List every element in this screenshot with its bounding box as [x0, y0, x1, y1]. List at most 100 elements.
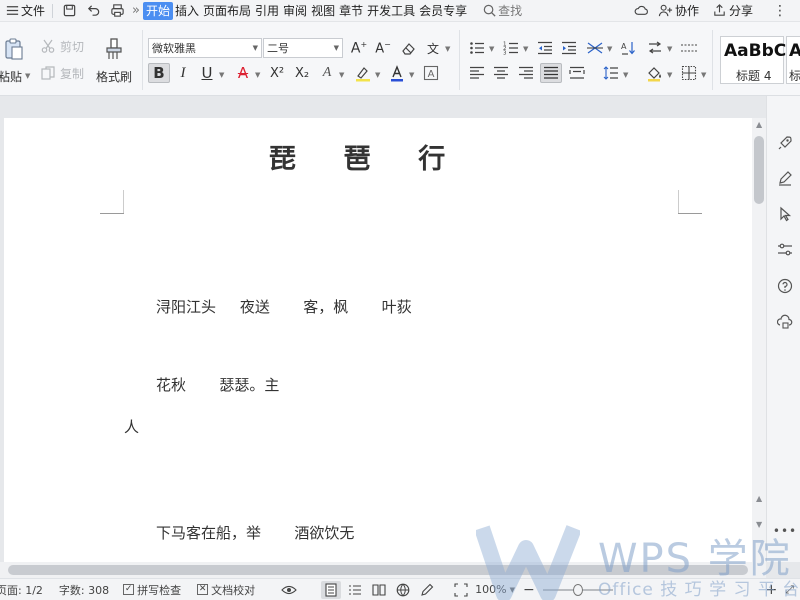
document-page[interactable]	[4, 118, 752, 598]
line-spacing-dropdown-caret[interactable]: ▼	[623, 71, 628, 79]
paste-dropdown-caret[interactable]: ▼	[25, 72, 30, 80]
text-effect-button[interactable]: A	[316, 63, 338, 83]
vertical-scroll-thumb[interactable]	[754, 136, 764, 204]
zoom-level[interactable]: 100% ▼	[471, 583, 519, 596]
borders-dropdown-caret[interactable]: ▼	[701, 71, 706, 79]
backup-icon[interactable]	[776, 313, 794, 331]
highlight-dropdown-caret[interactable]: ▼	[375, 71, 380, 79]
horizontal-scroll-thumb[interactable]	[8, 565, 748, 575]
hamburger-menu-button[interactable]: 文件	[0, 0, 48, 22]
zoom-slider-thumb[interactable]	[572, 583, 583, 596]
distributed-align-button[interactable]	[566, 63, 588, 83]
page-view-icon[interactable]	[321, 580, 342, 599]
search-button[interactable]: 查找	[477, 0, 525, 22]
shading-button[interactable]	[644, 63, 666, 83]
tab-member[interactable]: 会员专享	[417, 0, 469, 22]
bold-button[interactable]: B	[148, 63, 170, 83]
italic-button[interactable]: I	[172, 63, 194, 83]
strikethrough-button[interactable]: A	[232, 63, 254, 83]
zoom-in-button[interactable]: +	[761, 582, 781, 598]
phonetic-dropdown-caret[interactable]: ▼	[445, 45, 450, 53]
sliders-icon[interactable]	[776, 241, 794, 259]
scroll-prev-page-icon[interactable]: ▲	[756, 494, 762, 503]
chinese-layout-button[interactable]	[584, 38, 606, 58]
undo-button[interactable]	[81, 0, 105, 22]
proofread-button[interactable]: ✕ 文档校对	[193, 582, 259, 598]
increase-font-size-button[interactable]: A+	[348, 38, 370, 58]
bullet-dropdown-caret[interactable]: ▼	[489, 45, 494, 53]
clear-format-button[interactable]	[398, 38, 420, 58]
show-hide-marks-button[interactable]	[644, 38, 666, 58]
more-quick-actions-button[interactable]: »	[129, 0, 143, 22]
paste-button[interactable]	[2, 36, 26, 62]
save-button[interactable]	[57, 0, 81, 22]
marks-dropdown-caret[interactable]: ▼	[667, 45, 672, 53]
rocket-icon[interactable]	[776, 134, 794, 152]
outline-view-icon[interactable]	[345, 581, 365, 599]
align-right-button[interactable]	[515, 63, 537, 83]
document-line-4[interactable]: 下马客在船，举 酒欲饮无	[156, 522, 354, 543]
justify-button[interactable]	[540, 63, 562, 83]
spellcheck-toggle[interactable]: ✓ 拼写检查	[119, 582, 185, 598]
cloud-sync-button[interactable]	[630, 0, 654, 22]
tab-home[interactable]: 开始	[142, 1, 173, 20]
tab-chapter[interactable]: 章节	[337, 0, 365, 22]
format-painter-button[interactable]	[102, 36, 126, 62]
scroll-up-arrow-icon[interactable]: ▲	[756, 120, 762, 129]
numbered-list-button[interactable]: 123	[500, 38, 522, 58]
decrease-indent-button[interactable]	[534, 38, 556, 58]
shading-dropdown-caret[interactable]: ▼	[667, 71, 672, 79]
superscript-button[interactable]: X²	[266, 63, 288, 83]
increase-indent-button[interactable]	[558, 38, 580, 58]
bullet-list-button[interactable]	[466, 38, 488, 58]
zoom-slider-track[interactable]	[542, 583, 613, 596]
page-indicator[interactable]: 页面: 1/2	[0, 582, 47, 598]
highlight-button[interactable]	[352, 63, 374, 83]
reading-view-icon[interactable]	[369, 581, 389, 599]
phonetic-guide-button[interactable]: 文	[422, 38, 444, 58]
chinese-layout-dropdown-caret[interactable]: ▼	[607, 45, 612, 53]
align-left-button[interactable]	[466, 63, 488, 83]
tab-developer[interactable]: 开发工具	[365, 0, 417, 22]
document-line-1[interactable]: 浔阳江头 夜送 客，枫 叶荻	[156, 296, 412, 317]
char-spacing-button[interactable]	[678, 38, 700, 58]
font-color-dropdown-caret[interactable]: ▼	[409, 71, 414, 79]
share-button[interactable]: 分享	[708, 0, 756, 22]
style-gallery-next-item[interactable]: A 标	[786, 36, 800, 84]
fit-page-icon[interactable]	[451, 581, 471, 599]
underline-button[interactable]: U	[196, 63, 218, 83]
text-effect-dropdown-caret[interactable]: ▼	[339, 71, 344, 79]
help-icon[interactable]	[776, 277, 794, 295]
document-line-3[interactable]: 人	[124, 416, 139, 437]
more-horizontal-icon[interactable]: •••	[773, 522, 796, 540]
more-menu-button[interactable]: ⋮	[770, 0, 790, 22]
borders-button[interactable]	[678, 63, 700, 83]
tab-view[interactable]: 视图	[309, 0, 337, 22]
word-count[interactable]: 字数: 308	[55, 582, 113, 598]
print-button[interactable]	[105, 0, 129, 22]
font-name-select[interactable]: 微软雅黑 ▼	[148, 38, 262, 58]
underline-dropdown-caret[interactable]: ▼	[219, 71, 224, 79]
align-center-button[interactable]	[490, 63, 512, 83]
pen-icon[interactable]	[776, 169, 794, 187]
subscript-button[interactable]: X₂	[291, 63, 313, 83]
tab-page-layout[interactable]: 页面布局	[201, 0, 253, 22]
tab-insert[interactable]: 插入	[173, 0, 201, 22]
numbered-dropdown-caret[interactable]: ▼	[523, 45, 528, 53]
decrease-font-size-button[interactable]: A−	[372, 38, 394, 58]
fullscreen-button[interactable]: ⤢	[781, 583, 798, 597]
cursor-icon[interactable]	[776, 205, 794, 223]
copy-button[interactable]: 复制	[40, 64, 84, 82]
web-view-icon[interactable]	[393, 581, 413, 599]
zoom-out-button[interactable]: −	[519, 582, 539, 598]
tab-review[interactable]: 审阅	[281, 0, 309, 22]
strikethrough-dropdown-caret[interactable]: ▼	[255, 71, 260, 79]
scroll-next-page-icon[interactable]: ▼	[756, 520, 762, 529]
collaborate-button[interactable]: 协作	[654, 0, 702, 22]
document-title[interactable]: 琵 琶 行	[269, 137, 447, 176]
cut-button[interactable]: 剪切	[40, 37, 84, 55]
tab-references[interactable]: 引用	[253, 0, 281, 22]
character-border-button[interactable]: A	[420, 63, 442, 83]
style-gallery-heading4[interactable]: AaBbC 标题 4	[720, 36, 786, 84]
sort-button[interactable]: A	[618, 38, 640, 58]
